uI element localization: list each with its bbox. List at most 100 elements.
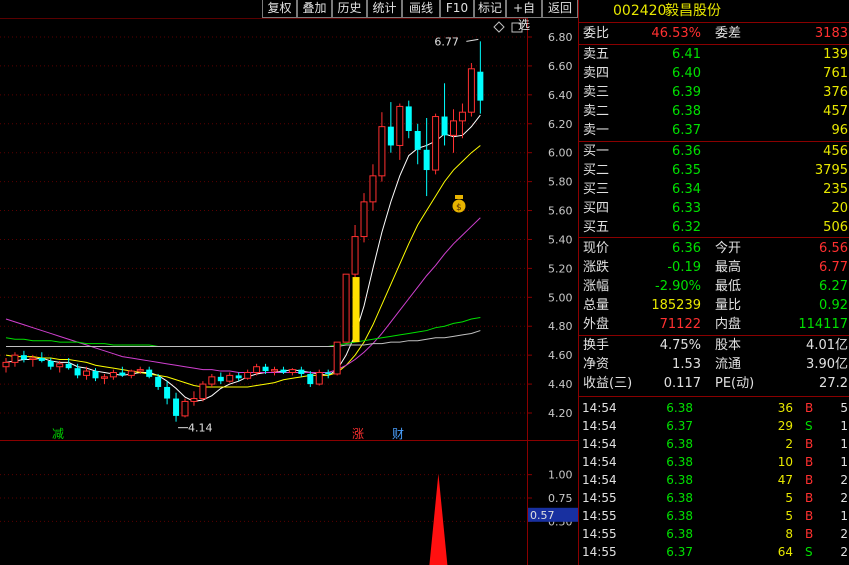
bid-price: 6.35 [672,163,701,178]
bid-volume: 235 [823,182,848,197]
lower-tick-label: 0.75 [548,492,573,505]
bid-label: 买一 [583,144,610,159]
event-marker[interactable]: 减 [52,427,64,441]
kline-chart[interactable]: 6.80 6.60 6.40 6.20 6.00 5.80 5.60 5.40 5.20 5.00… [0,0,578,565]
divider [579,335,849,336]
trade-count: 5 [840,401,848,415]
candle [20,350,27,363]
bid-label: 买三 [583,182,610,197]
signal-bar [352,277,360,343]
bid-row: 买五 6.32 506 [579,219,849,237]
stock-title: 002420 毅昌股份 [579,1,849,21]
candle [100,373,108,385]
toolbar-button-8[interactable]: 返回 [542,0,578,18]
trade-row: 14:54 6.38 10 B 1 [579,453,849,471]
fundamental-label: 换手 [583,338,610,353]
stat-label: 最低 [715,279,742,294]
trade-row: 14:54 6.37 29 S 1 [579,417,849,435]
bid-row: 买四 6.33 20 [579,200,849,218]
candle [199,381,207,402]
stat-label: 今开 [715,241,742,256]
divider [579,237,849,238]
price-tick-label: 4.20 [548,407,573,420]
bid-price: 6.36 [672,144,701,159]
toolbar-button-5[interactable]: F10 [440,0,474,18]
stat-row: 现价 6.36 今开 6.56 [579,240,849,258]
trade-price: 6.38 [666,509,693,523]
diamond-icon[interactable] [493,21,505,33]
price-tick-label: 5.20 [548,262,573,275]
fundamental-row: 换手 4.75% 股本 4.01亿 [579,337,849,355]
trade-time: 14:54 [582,473,617,487]
toolbar-button-7[interactable]: +自选 [506,0,542,32]
price-tick-label: 6.80 [548,31,573,44]
trade-time: 14:54 [582,419,617,433]
trade-time: 14:54 [582,401,617,415]
bid-label: 买四 [583,201,610,216]
toolbar-button-3[interactable]: 统计 [367,0,402,18]
price-tick-label: 4.60 [548,349,573,362]
stat-label: 内盘 [715,317,742,332]
trade-price: 6.38 [666,491,693,505]
money-bag-icon[interactable]: $ [452,195,466,213]
trade-direction: B [805,437,814,451]
candle [351,225,359,280]
candle [333,341,341,376]
ma-line [5,217,481,374]
ask-volume: 96 [831,123,848,138]
trade-direction: B [805,509,814,523]
stat-label: 涨跌 [583,260,610,275]
trade-price: 6.38 [666,473,693,487]
ask-label: 卖五 [583,47,610,62]
fundamental-row: 收益(三) 0.117 PE(动) 27.2 [579,375,849,393]
divider [579,22,849,23]
trade-volume: 64 [777,545,793,559]
trade-direction: B [805,491,814,505]
candle [298,366,305,377]
candle [181,398,189,418]
bid-volume: 506 [823,220,848,235]
trade-price: 6.37 [666,419,693,433]
svg-text:$: $ [456,203,462,213]
ma-line [5,317,481,347]
toolbar-button-6[interactable]: 标记 [474,0,506,18]
trade-row: 14:55 6.38 5 B 1 [579,507,849,525]
trade-row: 14:55 6.37 64 S 2 [579,543,849,561]
fundamental-label: 净资 [583,357,610,372]
trade-row: 14:54 6.38 47 B 2 [579,471,849,489]
stat-value: 6.77 [819,260,848,275]
trade-price: 6.38 [666,437,693,451]
toolbar-button-2[interactable]: 历史 [332,0,367,18]
candle [369,164,377,211]
toolbar-button-4[interactable]: 画线 [402,0,440,18]
price-tick-label: 5.80 [548,176,573,189]
candle [423,117,430,197]
fundamental-label: PE(动) [715,376,755,391]
candle [173,392,180,422]
toolbar-button-1[interactable]: 叠加 [297,0,332,18]
trade-volume: 8 [785,527,793,541]
ask-price: 6.38 [672,104,701,119]
ma-line [5,145,481,388]
trade-volume: 29 [777,419,793,433]
trade-volume: 2 [785,437,793,451]
trade-row: 14:55 6.38 5 B 2 [579,489,849,507]
ask-price: 6.37 [672,123,701,138]
toolbar-button-0[interactable]: 复权 [262,0,297,18]
trade-time: 14:55 [582,491,617,505]
stock-name: 毅昌股份 [665,3,721,19]
event-marker[interactable]: 财 [392,427,404,441]
event-marker[interactable]: 涨 [352,426,364,441]
trade-direction: S [805,545,813,559]
lower-value-label: 0.57 [530,509,555,522]
price-tick-label: 6.00 [548,147,573,160]
ask-volume: 376 [823,85,848,100]
ma-line [5,114,481,402]
fundamental-value: 4.75% [659,338,701,353]
quote-panel: 002420 毅昌股份 委比 46.53% 委差 3183 卖五 6.41 139 卖… [578,0,849,565]
divider [579,396,849,397]
stat-label: 现价 [583,241,610,256]
trade-count: 2 [840,527,848,541]
trade-price: 6.38 [666,401,693,415]
trade-volume: 36 [777,401,793,415]
